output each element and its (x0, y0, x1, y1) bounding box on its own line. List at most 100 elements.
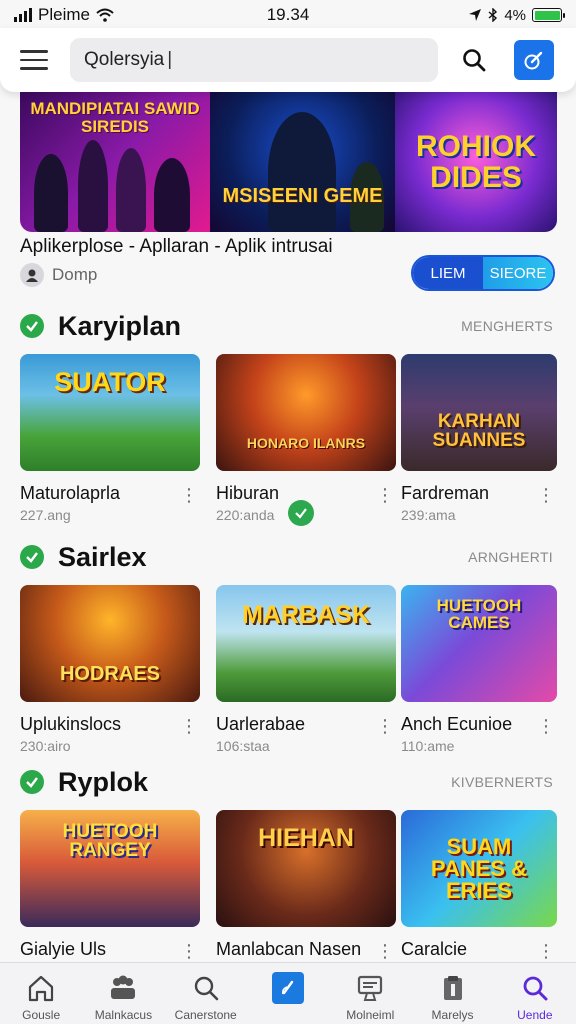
app-section: Sairlex ARNGHERTI HODRAES Uplukinslocs 2… (20, 537, 557, 765)
search-button[interactable] (456, 42, 492, 78)
clipboard-icon (436, 971, 470, 1005)
nav-label: Uende (517, 1008, 553, 1022)
app-screen: Pleime 19.34 4% Qolersyia | MANDIPIATAI … (0, 0, 576, 1024)
action-button-group: LIEM SIEORE (411, 255, 555, 291)
app-name: Uarlerabae (216, 714, 306, 734)
app-meta: 110:ame (401, 738, 455, 754)
check-icon (20, 314, 44, 338)
app-thumbnail: HODRAES (20, 585, 200, 702)
battery-percent: 4% (504, 6, 526, 24)
section-title: Sairlex (58, 541, 147, 572)
featured-panel: ROHIOK DIDES (395, 92, 557, 232)
more-options-icon[interactable]: ⋮ (537, 717, 555, 735)
app-name: Uplukinslocs (20, 714, 122, 734)
people-icon (106, 971, 140, 1005)
nav-item-clipboard[interactable]: Marelys (411, 963, 493, 1024)
store-button[interactable]: SIEORE (483, 257, 553, 289)
monitor-icon (353, 971, 387, 1005)
status-bar: Pleime 19.34 4% (0, 0, 576, 30)
avatar (20, 263, 44, 287)
app-name: Maturolaprla (20, 483, 121, 503)
featured-panel-title: ROHIOK DIDES (416, 129, 536, 194)
battery-icon (532, 8, 565, 22)
app-meta: 239:ama (401, 507, 456, 523)
nav-item-search[interactable]: Canerstone (165, 963, 247, 1024)
view-button[interactable]: LIEM (413, 257, 483, 289)
thumbnail-title: HUETOOH CAMES (436, 595, 522, 632)
bluetooth-icon (488, 8, 498, 22)
nav-item-compose[interactable] (247, 963, 329, 1024)
developer-row: Domp (20, 263, 97, 287)
verified-badge-icon (288, 500, 314, 526)
thumbnail-title: SUAM PANES & ERIES (430, 833, 528, 903)
app-section: Ryplok KIVBERNERTS HUETOOH RANGEY Gialyi… (20, 762, 557, 990)
more-options-icon[interactable]: ⋮ (537, 486, 555, 504)
check-icon (20, 770, 44, 794)
app-thumbnail: KARHAN SUANNES (401, 354, 557, 471)
nav-label: Molneiml (346, 1008, 395, 1022)
featured-title[interactable]: Aplikerplose - Apllaran - Aplik intrusai (20, 236, 333, 258)
more-options-icon[interactable]: ⋮ (376, 942, 394, 960)
nav-item-home[interactable]: Gousle (0, 963, 82, 1024)
thumbnail-title: MARBASK (242, 601, 370, 629)
app-card[interactable]: HONARO ILANRS Hiburan 220:anda ⋮ (216, 354, 396, 526)
featured-panel: MANDIPIATAI SAWID SIREDIS (20, 92, 210, 232)
edit-icon (271, 971, 305, 1005)
nav-item-people[interactable]: Malnkacus (82, 963, 164, 1024)
more-options-icon[interactable]: ⋮ (180, 486, 198, 504)
nav-item-discover[interactable]: Uende (494, 963, 576, 1024)
menu-button[interactable] (14, 40, 54, 80)
featured-panel-title: MANDIPIATAI SAWID SIREDIS (30, 99, 200, 136)
featured-panel-title: MSISEENI GEME (222, 184, 383, 207)
section-more-link[interactable]: MENGHERTS (461, 318, 553, 334)
thumbnail-title: SUATOR (54, 367, 166, 397)
developer-name: Domp (52, 265, 98, 284)
app-thumbnail: SUATOR (20, 354, 200, 471)
section-title: Karyiplan (58, 310, 182, 341)
check-icon (20, 545, 44, 569)
app-card[interactable]: SUAM PANES & ERIES Caralcie ⋮ (401, 810, 557, 963)
featured-banner[interactable]: MANDIPIATAI SAWID SIREDIS MSISEENI GEME … (20, 92, 557, 232)
nav-label: Gousle (22, 1008, 61, 1022)
location-icon (469, 9, 482, 21)
more-options-icon[interactable]: ⋮ (180, 717, 198, 735)
more-options-icon[interactable]: ⋮ (376, 717, 394, 735)
section-more-link[interactable]: KIVBERNERTS (451, 774, 553, 790)
app-meta: 106:staa (216, 738, 270, 754)
search-input[interactable]: Qolersyia | (70, 38, 438, 82)
more-options-icon[interactable]: ⋮ (180, 942, 198, 960)
app-card[interactable]: KARHAN SUANNES Fardreman 239:ama ⋮ (401, 354, 557, 523)
app-name: Fardreman (401, 483, 490, 503)
nav-label: Malnkacus (94, 1008, 153, 1022)
app-thumbnail: HONARO ILANRS (216, 354, 396, 471)
app-meta: 227.ang (20, 507, 71, 523)
wifi-icon (96, 8, 114, 22)
more-options-icon[interactable]: ⋮ (537, 942, 555, 960)
nav-item-monitor[interactable]: Molneiml (329, 963, 411, 1024)
thumbnail-title: HUETOOH RANGEY (62, 820, 158, 861)
app-name: Anch Ecunioe (401, 714, 513, 734)
section-more-link[interactable]: ARNGHERTI (468, 549, 553, 565)
app-card[interactable]: MARBASK Uarlerabae 106:staa ⋮ (216, 585, 396, 754)
search-icon (518, 971, 552, 1005)
search-input-value: Qolersyia (84, 49, 165, 70)
home-icon (24, 971, 58, 1005)
more-options-icon[interactable]: ⋮ (376, 486, 394, 504)
user-icon (26, 269, 38, 282)
app-thumbnail: MARBASK (216, 585, 396, 702)
app-thumbnail: HIEHAN (216, 810, 396, 927)
app-card[interactable]: HODRAES Uplukinslocs 230:airo ⋮ (20, 585, 200, 754)
nav-label: Canerstone (174, 1008, 237, 1022)
app-name: Gialyie Uls (20, 939, 107, 959)
app-thumbnail: SUAM PANES & ERIES (401, 810, 557, 927)
app-card[interactable]: HIEHAN Manlabcan Nasen ⋮ (216, 810, 396, 963)
app-card[interactable]: HUETOOH CAMES Anch Ecunioe 110:ame ⋮ (401, 585, 557, 754)
status-time: 19.34 (266, 5, 310, 24)
app-thumbnail: HUETOOH CAMES (401, 585, 557, 702)
app-card[interactable]: HUETOOH RANGEY Gialyie Uls ⋮ (20, 810, 200, 963)
compose-button[interactable] (514, 40, 554, 80)
app-thumbnail: HUETOOH RANGEY (20, 810, 200, 927)
app-card[interactable]: SUATOR Maturolaprla 227.ang ⋮ (20, 354, 200, 523)
nav-label: Marelys (431, 1008, 474, 1022)
app-name: Caralcie (401, 939, 468, 959)
